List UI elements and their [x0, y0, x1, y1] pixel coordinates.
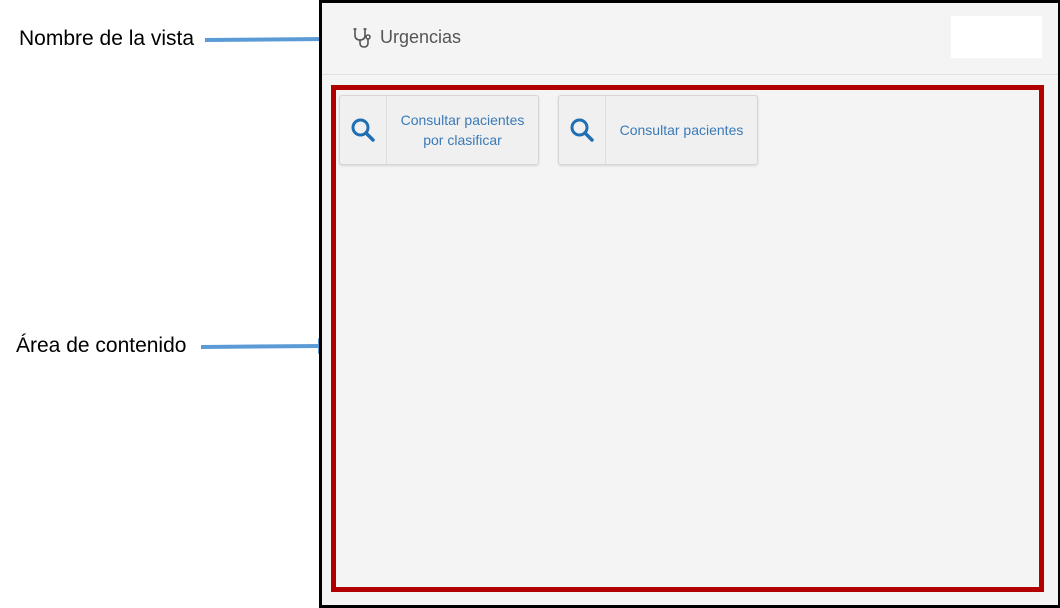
consult-patients-button[interactable]: Consultar pacientes: [558, 95, 758, 165]
search-icon: [351, 118, 375, 142]
button-label-line2: por clasificar: [423, 132, 502, 148]
header-blank-box: [951, 16, 1042, 58]
button-icon-cell: [340, 96, 387, 164]
button-label: Consultar pacientes por clasificar: [387, 96, 538, 164]
search-icon: [570, 118, 594, 142]
button-label: Consultar pacientes: [619, 122, 744, 138]
button-icon-cell: [559, 96, 606, 164]
app-window: Urgencias Consultar pacientes por clasif…: [319, 0, 1060, 608]
content-area-callout: Área de contenido: [16, 334, 187, 357]
consult-unclassified-patients-button[interactable]: Consultar pacientes por clasificar: [339, 95, 539, 165]
view-title: Urgencias: [380, 27, 462, 47]
view-header: Urgencias: [322, 3, 1058, 75]
view-name-callout: Nombre de la vista: [19, 27, 195, 50]
button-label-line1: Consultar pacientes: [400, 112, 525, 128]
page: Nombre de la vista Área de contenido Urg…: [0, 0, 1060, 608]
stethoscope-icon: [353, 28, 371, 48]
content-area-arrow: [200, 338, 336, 354]
content-area: Consultar pacientes por clasificar Consu…: [331, 85, 1044, 592]
